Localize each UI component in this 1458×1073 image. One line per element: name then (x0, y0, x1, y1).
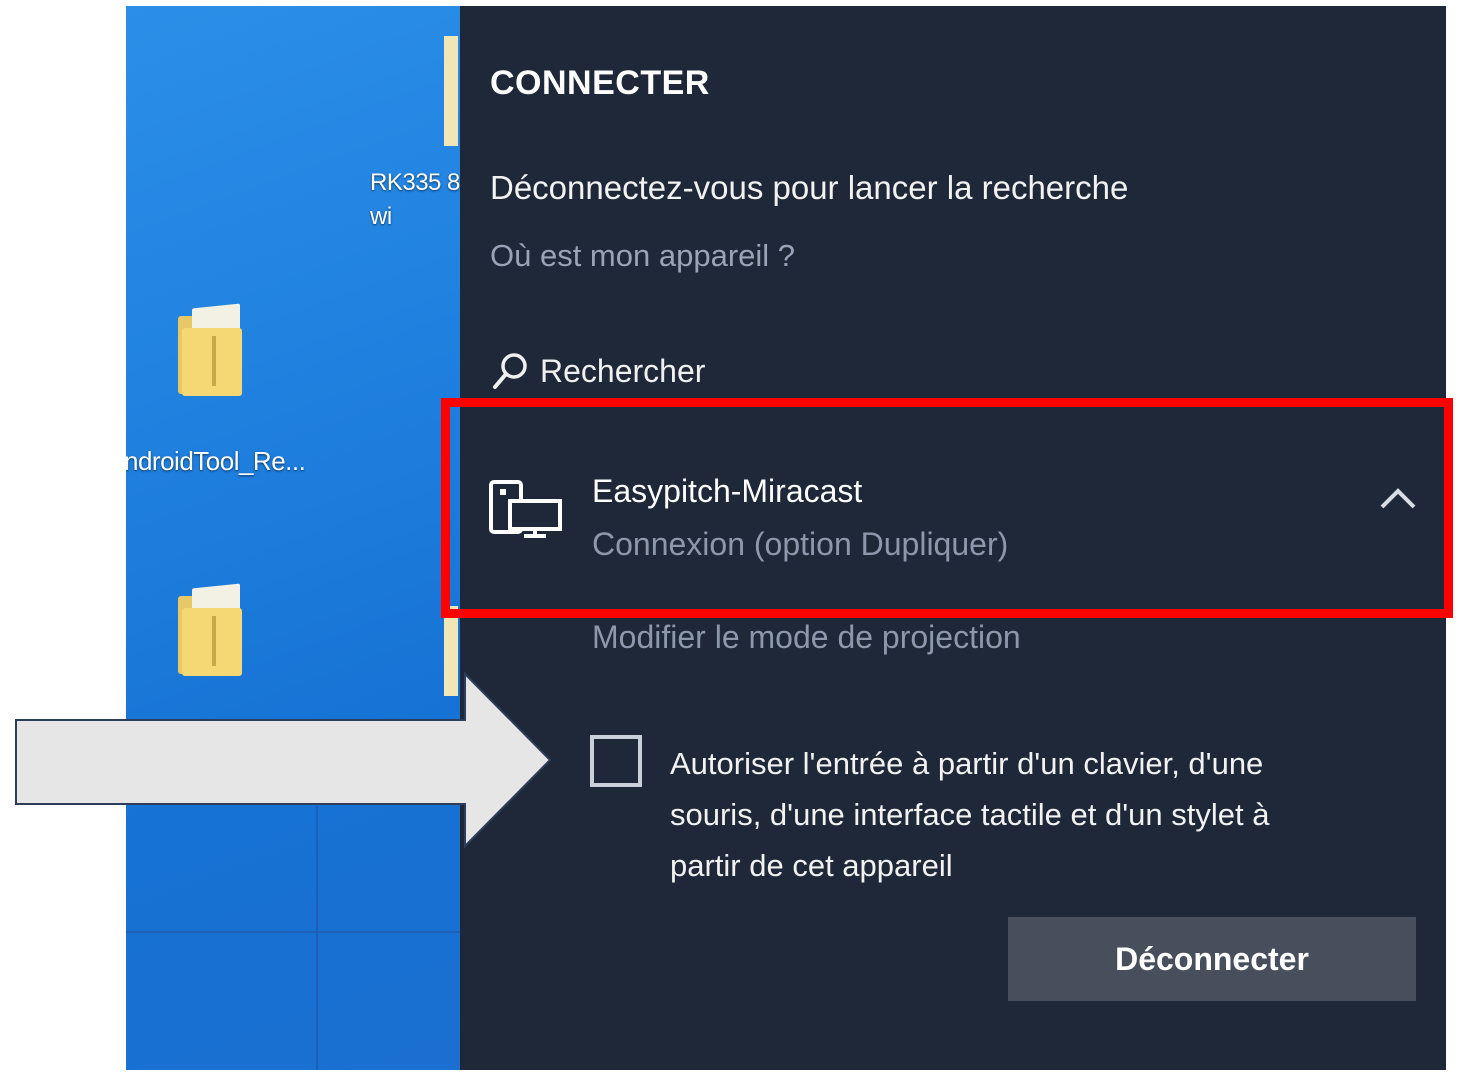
device-item-easypitch[interactable]: Easypitch-Miracast Connexion (option Dup… (460, 411, 1446, 611)
taskbar-divider (126, 931, 472, 933)
allow-input-checkbox[interactable] (590, 735, 642, 787)
search-button[interactable]: Rechercher (490, 351, 705, 391)
desktop-window-edge (444, 36, 458, 146)
chevron-up-icon[interactable] (1376, 483, 1420, 513)
panel-title: CONNECTER (490, 64, 710, 102)
device-status: Connexion (option Dupliquer) (592, 526, 1009, 562)
connect-panel: CONNECTER Déconnectez-vous pour lancer l… (460, 6, 1446, 1070)
disconnect-button[interactable]: Déconnecter (1008, 917, 1416, 1001)
display-device-icon (489, 480, 562, 538)
folder-icon[interactable] (178, 303, 248, 396)
pointer-arrow (15, 671, 552, 849)
change-projection-mode-link[interactable]: Modifier le mode de projection (592, 619, 1021, 656)
allow-input-label: Autoriser l'entrée à partir d'un clavier… (670, 746, 1270, 883)
desktop-icon-label-androidtool[interactable]: ndroidTool_Re... (126, 446, 306, 477)
status-message: Déconnectez-vous pour lancer la recherch… (490, 169, 1129, 206)
desktop-icon-label-rk335[interactable]: RK335 8.1 wi (370, 166, 472, 234)
where-is-my-device-link[interactable]: Où est mon appareil ? (490, 238, 795, 274)
device-name: Easypitch-Miracast (592, 473, 863, 509)
search-label: Rechercher (540, 352, 706, 389)
desktop-background: RK335 8.1 wi ndroidTool_Re... (126, 6, 472, 1070)
search-icon (493, 353, 527, 389)
folder-icon[interactable] (178, 583, 248, 676)
